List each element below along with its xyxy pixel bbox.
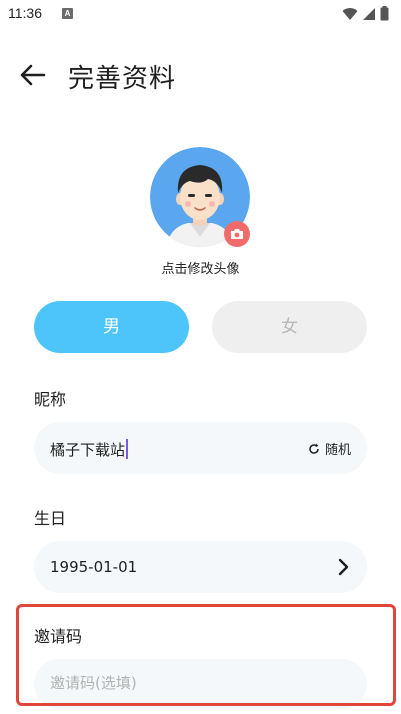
birthday-value: 1995-01-01 [50,558,138,576]
refresh-icon [309,443,319,454]
chevron-right-icon[interactable] [333,557,353,577]
invite-code-label: 邀请码 [34,627,83,646]
signal-icon [363,7,375,20]
avatar-picker[interactable] [150,147,250,247]
status-icons [342,6,389,21]
nickname-label: 昵称 [34,390,67,409]
invite-code-input[interactable] [50,674,350,692]
gender-male-button[interactable]: 男 [34,301,189,353]
birthday-field[interactable]: 1995-01-01 [34,541,367,593]
random-label: 随机 [324,443,351,458]
battery-icon [380,6,389,21]
page-title: 完善资料 [68,64,177,94]
nickname-input[interactable]: 橘子下载站 [50,439,129,460]
header: 完善资料 [0,48,401,102]
camera-button[interactable] [224,221,250,247]
status-time: 11:36 [8,5,42,21]
avatar-caption[interactable]: 点击修改头像 [0,258,401,277]
nickname-value: 橘子下载站 [50,441,126,459]
text-cursor [126,439,129,459]
random-nickname-button[interactable]: 随机 [308,439,351,458]
wifi-icon [342,7,358,20]
status-bar: 11:36 A [0,0,401,28]
gender-selector: 男 女 [34,301,367,353]
notification-icon: A [62,8,73,19]
arrow-left-icon [20,64,46,86]
nickname-field[interactable]: 橘子下载站 随机 [34,422,367,474]
back-button[interactable] [18,62,48,88]
gender-female-button[interactable]: 女 [212,301,367,353]
birthday-label: 生日 [34,509,67,528]
invite-code-field[interactable] [34,659,367,709]
camera-icon [231,229,243,239]
